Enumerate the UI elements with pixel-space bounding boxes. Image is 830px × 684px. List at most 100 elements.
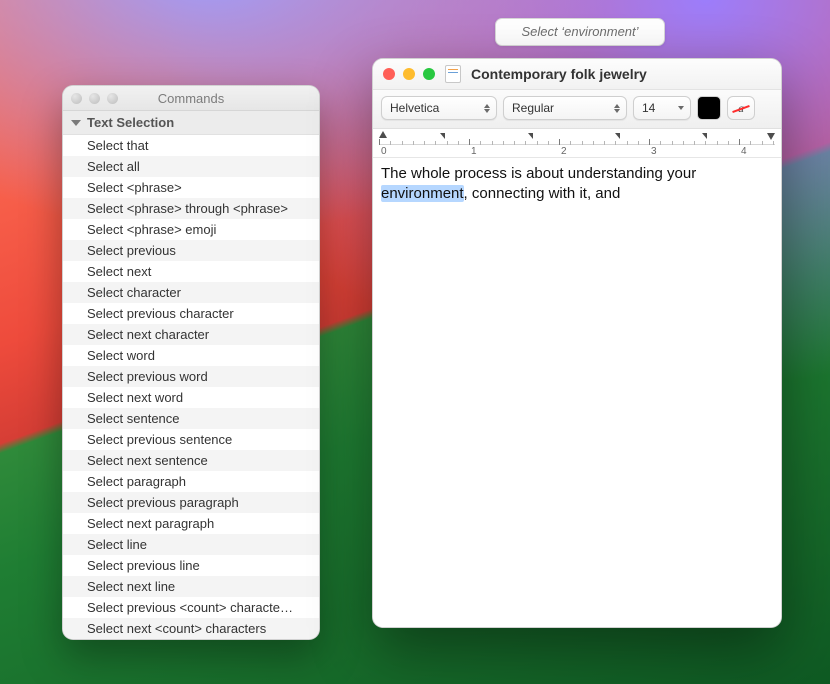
ruler-tick-minor bbox=[694, 141, 695, 145]
ruler-tick-minor bbox=[548, 141, 549, 145]
font-size-select[interactable]: 14 bbox=[633, 96, 691, 120]
command-item[interactable]: Select previous character bbox=[63, 303, 319, 324]
tab-stop-marker[interactable] bbox=[615, 133, 620, 139]
zoom-button[interactable] bbox=[423, 68, 435, 80]
command-item[interactable]: Select previous <count> characte… bbox=[63, 597, 319, 618]
desktop: Select ‘environment’ Commands Text Selec… bbox=[0, 0, 830, 684]
ruler-tick-major bbox=[469, 139, 470, 145]
chevron-down-icon bbox=[71, 120, 81, 126]
command-item[interactable]: Select sentence bbox=[63, 408, 319, 429]
ruler-tick-minor bbox=[672, 141, 673, 145]
font-size-value: 14 bbox=[642, 101, 655, 115]
ruler-tick-minor bbox=[728, 141, 729, 145]
close-button-inactive[interactable] bbox=[71, 93, 82, 104]
tab-stop-marker[interactable] bbox=[528, 133, 533, 139]
ruler-tick-minor bbox=[762, 141, 763, 145]
format-toolbar: Helvetica Regular 14 a bbox=[373, 90, 781, 129]
letter-a-icon: a bbox=[738, 101, 744, 116]
font-family-select[interactable]: Helvetica bbox=[381, 96, 497, 120]
tab-stop-marker[interactable] bbox=[702, 133, 707, 139]
command-item[interactable]: Select next line bbox=[63, 576, 319, 597]
textedit-window[interactable]: Contemporary folk jewelry Helvetica Regu… bbox=[372, 58, 782, 628]
ruler-tick-minor bbox=[514, 141, 515, 145]
command-item[interactable]: Select <phrase> bbox=[63, 177, 319, 198]
ruler-tick-minor bbox=[424, 141, 425, 145]
ruler-tick-minor bbox=[683, 141, 684, 145]
command-item[interactable]: Select previous sentence bbox=[63, 429, 319, 450]
minimize-button[interactable] bbox=[403, 68, 415, 80]
ruler-tick-minor bbox=[390, 141, 391, 145]
window-controls-inactive[interactable] bbox=[71, 93, 118, 104]
ruler-tick-minor bbox=[492, 141, 493, 145]
remove-color-button[interactable]: a bbox=[727, 96, 755, 120]
ruler-tick-minor bbox=[537, 141, 538, 145]
voice-command-tooltip: Select ‘environment’ bbox=[495, 18, 665, 46]
window-controls[interactable] bbox=[383, 68, 435, 80]
ruler-tick-minor bbox=[627, 141, 628, 145]
ruler-tick-minor bbox=[582, 141, 583, 145]
ruler-tick-major bbox=[559, 139, 560, 145]
command-item[interactable]: Select previous paragraph bbox=[63, 492, 319, 513]
ruler-tick-minor bbox=[458, 141, 459, 145]
close-button[interactable] bbox=[383, 68, 395, 80]
command-item[interactable]: Select paragraph bbox=[63, 471, 319, 492]
ruler[interactable]: 01234 bbox=[373, 129, 781, 158]
minimize-button-inactive[interactable] bbox=[89, 93, 100, 104]
ruler-tick-minor bbox=[413, 141, 414, 145]
ruler-label: 4 bbox=[741, 146, 747, 157]
command-item[interactable]: Select previous line bbox=[63, 555, 319, 576]
ruler-label: 3 bbox=[651, 146, 657, 157]
ruler-label: 0 bbox=[381, 146, 387, 157]
left-indent-marker[interactable] bbox=[379, 131, 387, 138]
command-item[interactable]: Select next <count> characters bbox=[63, 618, 319, 639]
chevron-updown-icon bbox=[614, 104, 620, 113]
chevron-updown-icon bbox=[484, 104, 490, 113]
command-item[interactable]: Select next bbox=[63, 261, 319, 282]
command-item[interactable]: Select next sentence bbox=[63, 450, 319, 471]
command-item[interactable]: Select line bbox=[63, 534, 319, 555]
commands-titlebar[interactable]: Commands bbox=[63, 86, 319, 111]
tab-stop-marker[interactable] bbox=[440, 133, 445, 139]
ruler-tick-minor bbox=[750, 141, 751, 145]
command-item[interactable]: Select next paragraph bbox=[63, 513, 319, 534]
command-item[interactable]: Select previous word bbox=[63, 366, 319, 387]
tooltip-text: Select ‘environment’ bbox=[521, 24, 638, 39]
commands-window[interactable]: Commands Text Selection Select thatSelec… bbox=[62, 85, 320, 640]
document-icon bbox=[445, 65, 461, 83]
body-text-post: , connecting with it, and bbox=[464, 185, 621, 202]
ruler-label: 1 bbox=[471, 146, 477, 157]
command-item[interactable]: Select word bbox=[63, 345, 319, 366]
document-body[interactable]: The whole process is about understanding… bbox=[373, 158, 781, 627]
font-style-select[interactable]: Regular bbox=[503, 96, 627, 120]
commands-list: Select thatSelect allSelect <phrase>Sele… bbox=[63, 135, 319, 639]
command-item[interactable]: Select that bbox=[63, 135, 319, 156]
ruler-tick-minor bbox=[660, 141, 661, 145]
ruler-tick-minor bbox=[447, 141, 448, 145]
text-color-swatch[interactable] bbox=[697, 96, 721, 120]
right-indent-marker[interactable] bbox=[767, 133, 775, 140]
chevron-down-icon bbox=[678, 106, 684, 110]
ruler-tick-major bbox=[739, 139, 740, 145]
ruler-tick-minor bbox=[570, 141, 571, 145]
zoom-button-inactive[interactable] bbox=[107, 93, 118, 104]
command-item[interactable]: Select next word bbox=[63, 387, 319, 408]
body-text-pre: The whole process is about understanding… bbox=[381, 165, 696, 182]
command-item[interactable]: Select next character bbox=[63, 324, 319, 345]
command-item[interactable]: Select all bbox=[63, 156, 319, 177]
ruler-tick-major bbox=[649, 139, 650, 145]
ruler-tick-minor bbox=[435, 141, 436, 145]
command-item[interactable]: Select <phrase> through <phrase> bbox=[63, 198, 319, 219]
ruler-tick-minor bbox=[705, 141, 706, 145]
command-item[interactable]: Select character bbox=[63, 282, 319, 303]
font-family-value: Helvetica bbox=[390, 101, 439, 115]
command-item[interactable]: Select previous bbox=[63, 240, 319, 261]
editor-titlebar[interactable]: Contemporary folk jewelry bbox=[373, 59, 781, 90]
commands-section-header[interactable]: Text Selection bbox=[63, 111, 319, 135]
highlighted-word: environment bbox=[381, 185, 464, 202]
ruler-tick-major bbox=[379, 139, 380, 145]
command-item[interactable]: Select <phrase> emoji bbox=[63, 219, 319, 240]
ruler-tick-minor bbox=[604, 141, 605, 145]
font-style-value: Regular bbox=[512, 101, 554, 115]
ruler-tick-minor bbox=[593, 141, 594, 145]
ruler-tick-minor bbox=[638, 141, 639, 145]
